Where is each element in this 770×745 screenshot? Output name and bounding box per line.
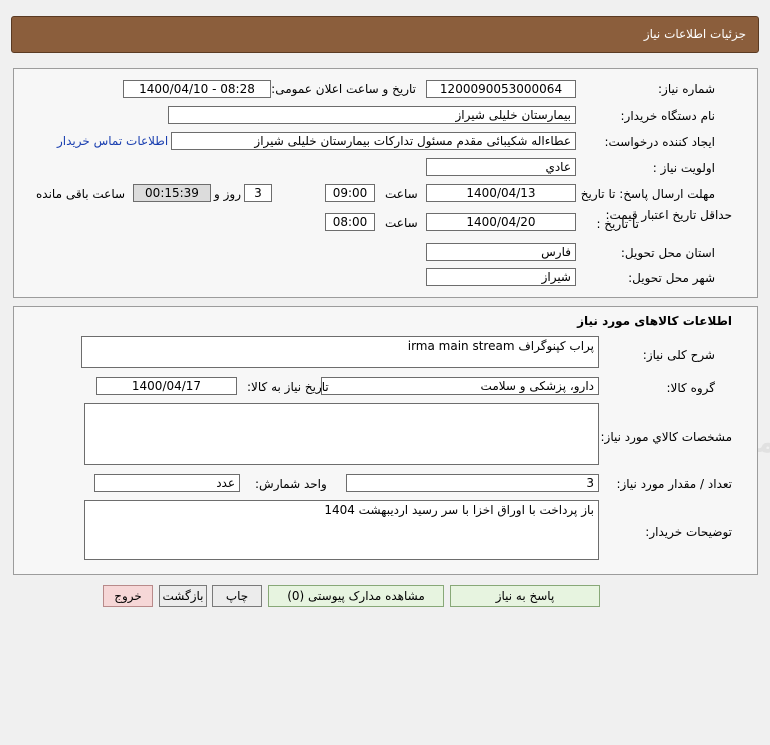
requester-label: ایجاد کننده درخواست: [604,135,715,149]
announce-field: 1400/04/10 - 08:28 [123,80,271,98]
need-number-field: 1200090053000064 [426,80,576,98]
need-date-field: 1400/04/17 [96,377,237,395]
announce-label: تاریخ و ساعت اعلان عمومی: [271,82,416,96]
buyer-contact-link[interactable]: اطلاعات تماس خریدار [57,134,168,148]
buyer-notes-field: باز پرداخت با اوراق اخزا با سر رسید اردی… [84,500,599,560]
buyer-label: نام دستگاه خریدار: [620,109,716,123]
reply-to-need-button[interactable]: پاسخ به نیاز [450,585,600,607]
deadline-date-field: 1400/04/13 [426,184,576,202]
goods-section-title: اطلاعات کالاهای مورد نیاز [577,314,732,328]
price-time-label: ساعت [385,216,418,230]
city-label: شهر محل تحویل: [628,271,715,285]
need-date-label: تاریخ نیاز به کالا: [247,380,329,394]
unit-label: واحد شمارش: [255,477,327,491]
buyer-notes-label: توضیحات خریدار: [645,525,732,539]
price-date-field: 1400/04/20 [426,213,576,231]
unit-field: عدد [94,474,240,492]
days-label: روز و [214,187,241,201]
need-details-panel [13,68,758,298]
price-until-label: تا تاریخ : [596,217,639,231]
price-time-field: 08:00 [325,213,375,231]
goods-specs-label: مشخصات کالاي مورد نياز: [600,430,732,444]
remaining-label: ساعت باقی مانده [36,187,126,201]
goods-desc-label: شرح کلی نیاز: [642,348,715,362]
remaining-time-field: 00:15:39 [133,184,211,202]
goods-specs-field [84,403,599,465]
exit-button[interactable]: خروج [103,585,153,607]
requester-field: عطاءاله شکیبائی مقدم مسئول تدارکات بیمار… [171,132,576,150]
priority-label: اولویت نیاز : [652,161,715,175]
goods-desc-field: پراب کپنوگراف irma main stream [81,336,599,368]
need-number-label: شماره نیاز: [658,82,715,96]
print-button[interactable]: چاپ [212,585,262,607]
deadline-time-label: ساعت [385,187,418,201]
quantity-field: 3 [346,474,599,492]
deadline-time-field: 09:00 [325,184,375,202]
priority-field: عادي [426,158,576,176]
province-field: فارس [426,243,576,261]
deadline-label: مهلت ارسال پاسخ: تا تاریخ : [572,187,715,201]
province-label: استان محل تحویل: [620,246,715,260]
view-attachments-button[interactable]: مشاهده مدارک پیوستی (0) [268,585,444,607]
remaining-days-field: 3 [244,184,272,202]
buyer-field: بیمارستان خلیلی شیراز [168,106,576,124]
back-button[interactable]: بازگشت [159,585,207,607]
page-title: جزئیات اطلاعات نیاز [643,27,746,41]
goods-group-field: دارو، پزشکی و سلامت [321,377,599,395]
page-header: جزئیات اطلاعات نیاز [11,16,759,53]
city-field: شیراز [426,268,576,286]
goods-group-label: گروه کالا: [666,381,716,395]
quantity-label: تعداد / مقدار مورد نیاز: [616,477,732,491]
